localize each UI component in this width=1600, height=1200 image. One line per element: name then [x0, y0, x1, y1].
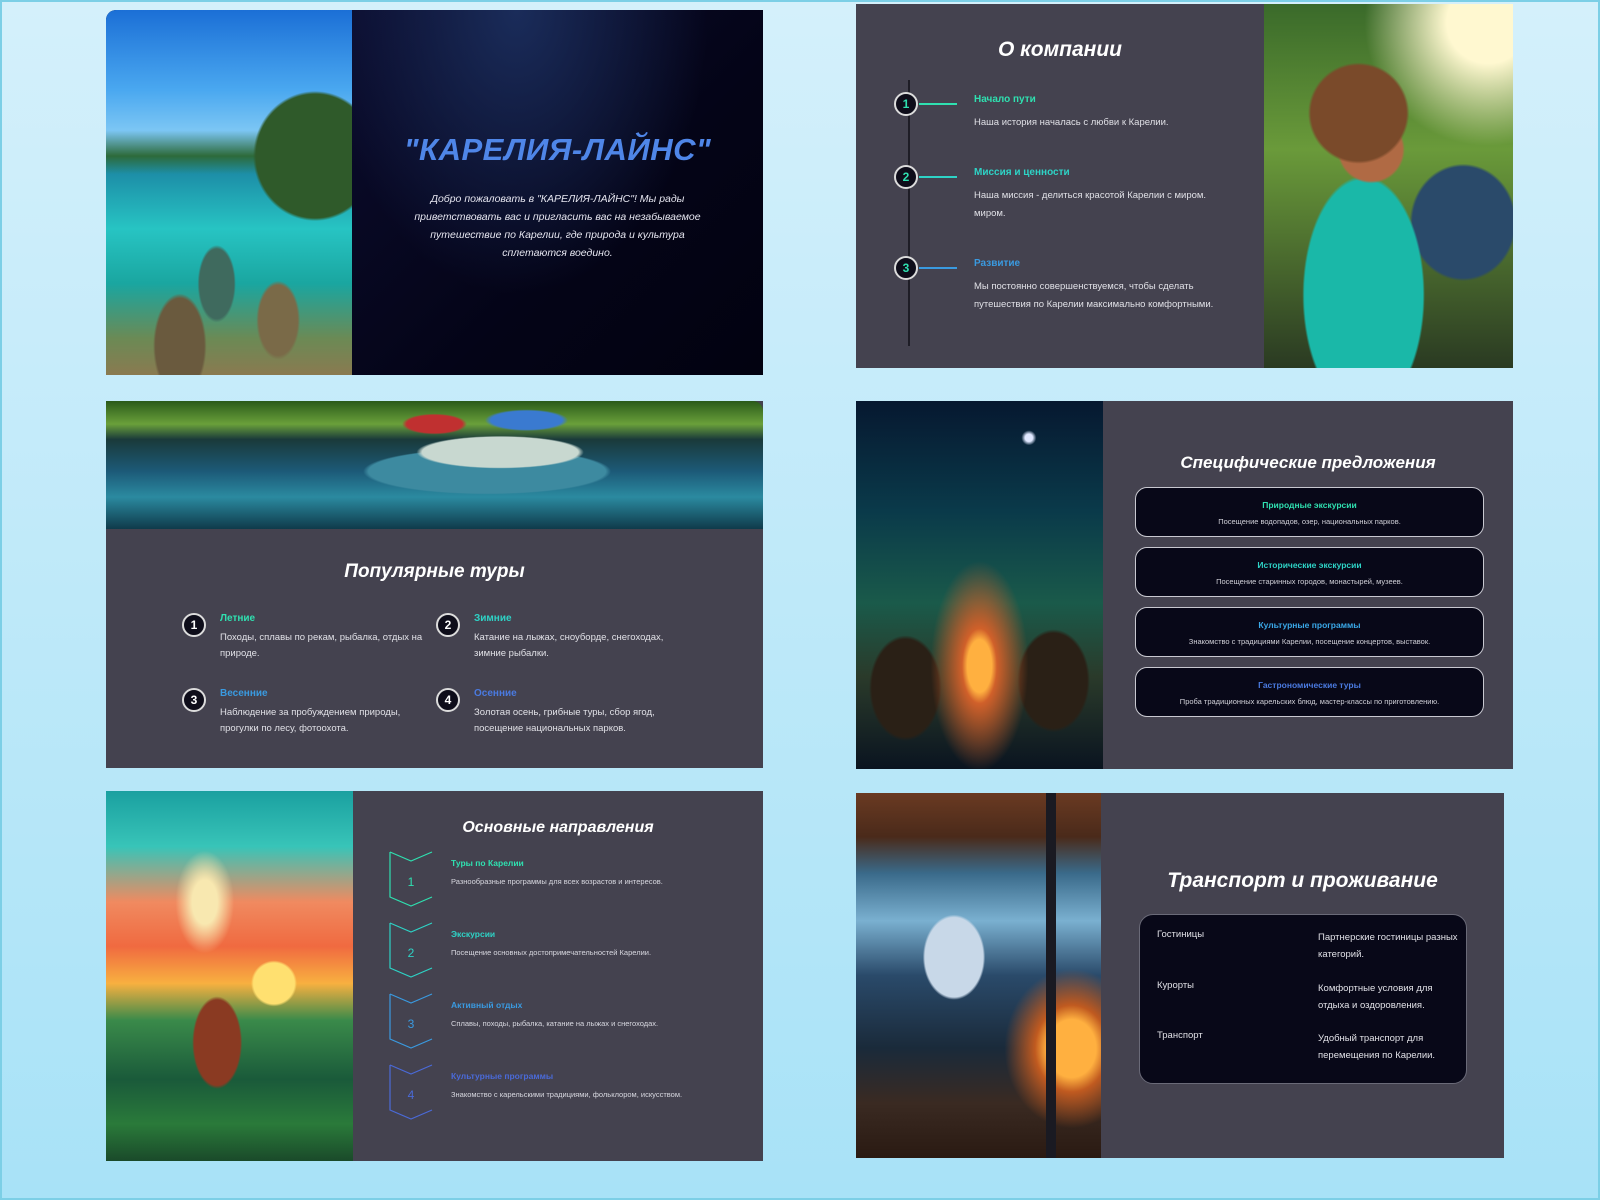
offer-card: Природные экскурсии Посещение водопадов,…: [1135, 487, 1484, 537]
timeline-text: Мы постоянно совершенствуемся, чтобы сде…: [974, 281, 1214, 310]
offer-text: Посещение водопадов, озер, национальных …: [1218, 517, 1401, 526]
timeline-heading: Развитие: [974, 258, 1021, 269]
step-number-badge: 2: [894, 165, 918, 189]
transport-table: Гостиницы Партнерские гостиницы разных к…: [1139, 914, 1467, 1084]
offer-card: Гастрономические туры Проба традиционных…: [1135, 667, 1484, 717]
boat-photo: [106, 401, 763, 529]
table-row: Транспорт Удобный транспорт для перемеще…: [1140, 1030, 1466, 1078]
slide-special-offers[interactable]: Специфические предложения Природные экск…: [856, 401, 1513, 769]
offer-card: Исторические экскурсии Посещение старинн…: [1135, 547, 1484, 597]
step-number-badge: 1: [894, 92, 918, 116]
offer-heading: Гастрономические туры: [1258, 680, 1361, 690]
tour-heading: Осенние: [474, 688, 517, 699]
slide-heading: Транспорт и проживание: [1167, 869, 1438, 892]
table-row: Курорты Комфортные условия для отдыха и …: [1140, 980, 1466, 1028]
slide-heading: Специфические предложения: [1180, 453, 1436, 472]
direction-number: 1: [407, 875, 415, 889]
row-value: Комфортные условия для отдыха и оздоровл…: [1318, 983, 1433, 1011]
slide-about-company[interactable]: О компании 1 Начало пути Наша история на…: [856, 4, 1513, 368]
campfire-illustration: [856, 401, 1103, 769]
row-value: Удобный транспорт для перемещения по Кар…: [1318, 1033, 1436, 1061]
offer-heading: Культурные программы: [1258, 620, 1361, 630]
row-label: Гостиницы: [1157, 929, 1205, 940]
row-label: Транспорт: [1157, 1030, 1203, 1041]
lake-photo: [106, 10, 352, 375]
timeline-connector: [919, 103, 957, 105]
tour-number-badge: 1: [182, 613, 206, 637]
tour-text: Наблюдение за пробуждением природы, прог…: [220, 707, 401, 734]
slide-title[interactable]: "КАРЕЛИЯ-ЛАЙНС" Добро пожаловать в "КАРЕ…: [106, 10, 763, 375]
slide-heading: Популярные туры: [344, 561, 525, 582]
direction-heading: Экскурсии: [451, 929, 496, 939]
direction-text: Посещение основных достопримечательносте…: [451, 948, 652, 957]
table-row: Гостиницы Партнерские гостиницы разных к…: [1140, 929, 1466, 977]
offer-heading: Природные экскурсии: [1262, 500, 1357, 510]
tour-heading: Зимние: [474, 613, 512, 624]
slide-main-directions[interactable]: Основные направления 1 Туры по Карелии Р…: [106, 791, 763, 1161]
offer-text: Проба традиционных карельских блюд, маст…: [1179, 697, 1440, 706]
direction-item: 1 Туры по Карелии Разнообразные программ…: [389, 851, 749, 911]
welcome-text: Добро пожаловать в "КАРЕЛИЯ-ЛАЙНС"! Мы р…: [414, 193, 701, 259]
offer-text: Посещение старинных городов, монастырей,…: [1216, 577, 1403, 586]
step-number-badge: 3: [894, 256, 918, 280]
row-value: Партнерские гостиницы разных категорий.: [1318, 932, 1458, 960]
row-label: Курорты: [1157, 980, 1194, 991]
direction-item: 4 Культурные программы Знакомство с каре…: [389, 1064, 749, 1124]
timeline-connector: [919, 267, 957, 269]
tour-number-badge: 4: [436, 688, 460, 712]
direction-number: 2: [407, 946, 415, 960]
tour-text: Походы, сплавы по рекам, рыбалка, отдых …: [220, 632, 423, 659]
direction-text: Знакомство с карельскими традициями, фол…: [451, 1090, 683, 1099]
timeline-text: Наша миссия - делиться красотой Карелии …: [974, 190, 1207, 219]
direction-heading: Культурные программы: [451, 1071, 554, 1081]
slide-popular-tours[interactable]: Популярные туры 1 Летние Походы, сплавы …: [106, 401, 763, 768]
slide-heading: О компании: [997, 38, 1123, 61]
timeline-text: Наша история началась с любви к Карелии.: [974, 117, 1169, 128]
direction-text: Разнообразные программы для всех возраст…: [451, 877, 663, 886]
chalet-fireplace-photo: [856, 793, 1101, 1158]
timeline-heading: Начало пути: [974, 94, 1036, 105]
direction-heading: Активный отдых: [451, 1000, 523, 1010]
slide-heading: Основные направления: [462, 819, 654, 836]
tour-text: Катание на лыжах, сноуборде, снегоходах,…: [474, 632, 664, 659]
direction-heading: Туры по Карелии: [451, 858, 524, 868]
slide-transport-accommodation[interactable]: Транспорт и проживание Гостиницы Партнер…: [856, 793, 1504, 1158]
direction-number: 3: [407, 1017, 415, 1031]
timeline-connector: [919, 176, 957, 178]
offer-card: Культурные программы Знакомство с традиц…: [1135, 607, 1484, 657]
timeline-heading: Миссия и ценности: [974, 167, 1070, 178]
tour-number-badge: 3: [182, 688, 206, 712]
timeline-line: [908, 80, 910, 346]
tour-heading: Весенние: [220, 688, 268, 699]
offer-heading: Исторические экскурсии: [1257, 560, 1362, 570]
tour-text: Золотая осень, грибные туры, сбор ягод, …: [474, 707, 655, 734]
direction-text: Сплавы, походы, рыбалка, катание на лыжа…: [451, 1019, 659, 1028]
direction-item: 2 Экскурсии Посещение основных достоприм…: [389, 922, 749, 982]
tour-number-badge: 2: [436, 613, 460, 637]
hikers-photo: [1264, 4, 1513, 368]
company-title: "КАРЕЛИЯ-ЛАЙНС": [403, 132, 712, 167]
direction-item: 3 Активный отдых Сплавы, походы, рыбалка…: [389, 993, 749, 1053]
tour-heading: Летние: [220, 613, 256, 624]
offer-text: Знакомство с традициями Карелии, посещен…: [1188, 637, 1431, 646]
direction-number: 4: [407, 1088, 415, 1102]
title-panel: "КАРЕЛИЯ-ЛАЙНС" Добро пожаловать в "КАРЕ…: [352, 10, 763, 375]
cabin-sunset-illustration: [106, 791, 353, 1161]
